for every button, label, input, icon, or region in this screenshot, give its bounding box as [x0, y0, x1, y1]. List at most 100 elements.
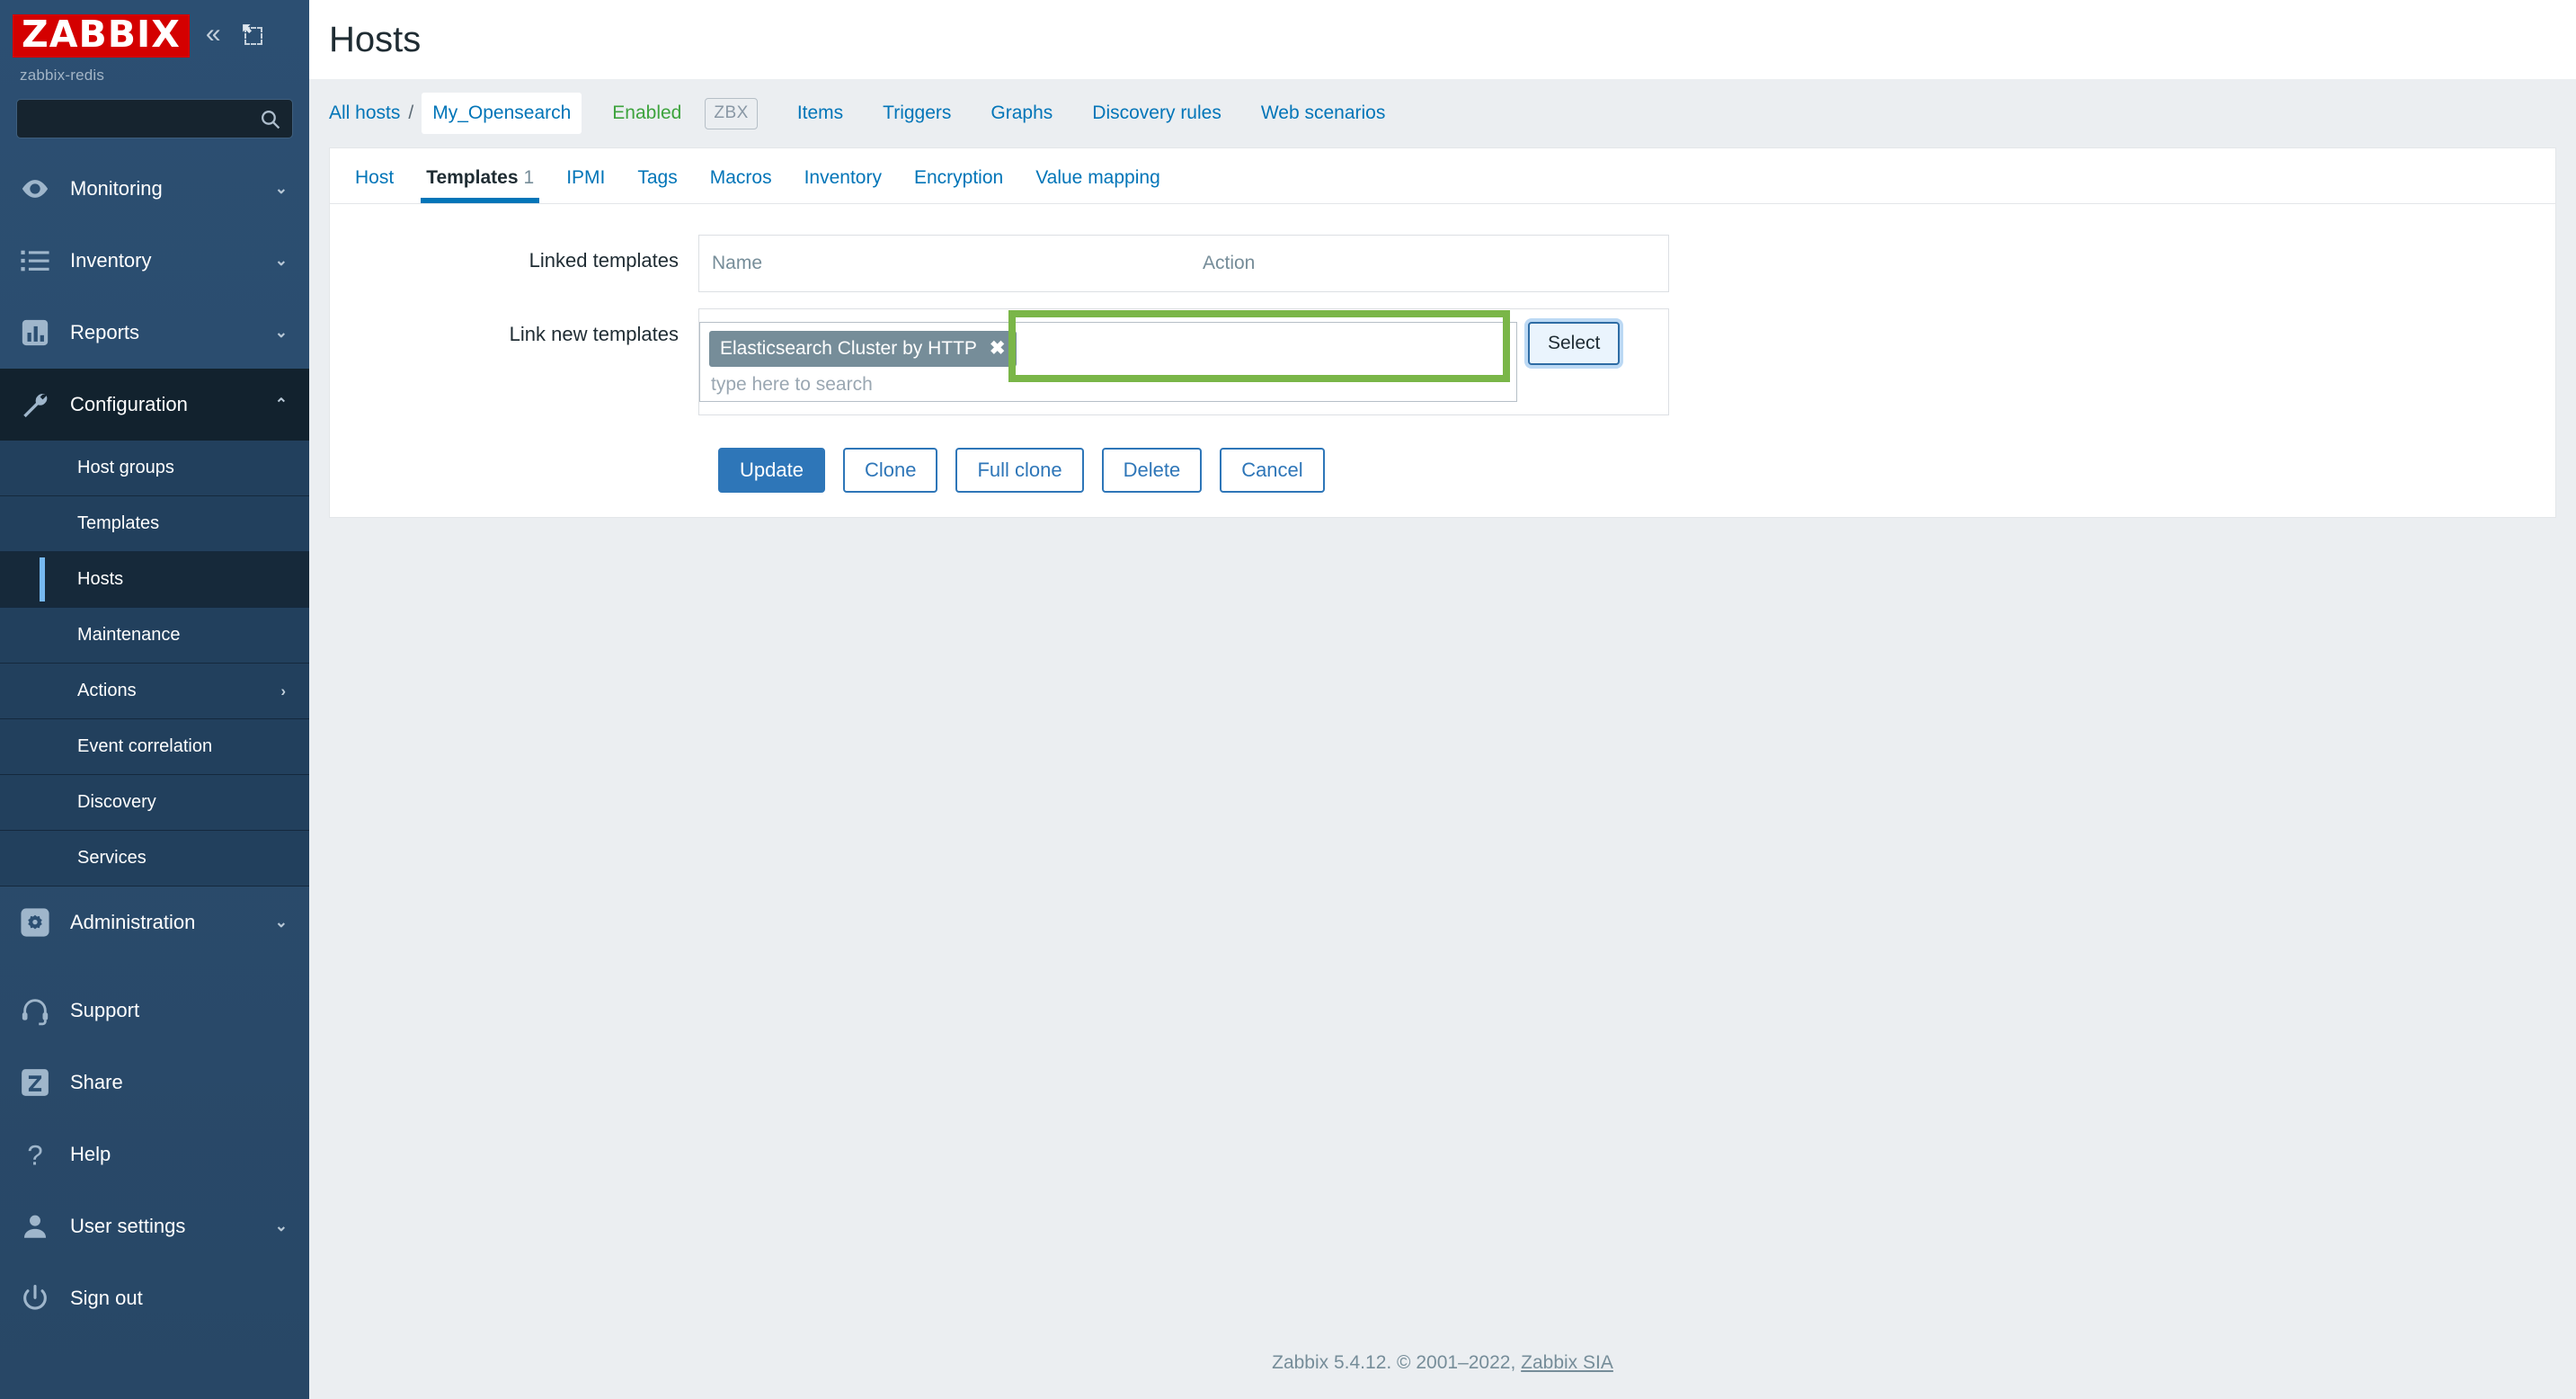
tab-label: Macros: [709, 167, 772, 188]
sidebar-item-administration[interactable]: Administration ⌄: [0, 887, 309, 958]
tab-bar: Host Templates 1 IPMI Tags Macros Invento…: [330, 148, 2555, 204]
column-header-action: Action: [1203, 253, 1256, 273]
sidebar-sublabel: Hosts: [77, 569, 124, 589]
tab-inventory[interactable]: Inventory: [788, 167, 898, 203]
sidebar-submenu-configuration: Host groups Templates Hosts Maintenance …: [0, 441, 309, 887]
sidebar-sublabel: Host groups: [77, 458, 174, 477]
linked-templates-label: Linked templates: [529, 249, 679, 272]
sidebar-item-discovery[interactable]: Discovery: [0, 775, 309, 831]
tab-host[interactable]: Host: [339, 167, 410, 203]
linked-templates-row: Linked templates Name Action: [330, 235, 2555, 292]
breadcrumb-host-name[interactable]: My_Opensearch: [422, 93, 582, 134]
sidebar-label: Monitoring: [70, 177, 163, 200]
sidebar-item-help[interactable]: ? Help: [0, 1118, 309, 1190]
breadcrumb-link-graphs[interactable]: Graphs: [971, 102, 1072, 124]
user-icon: [20, 1211, 50, 1242]
link-new-templates-label: Link new templates: [509, 323, 679, 345]
form-actions: Update Clone Full clone Delete Cancel: [330, 432, 2555, 493]
sidebar-item-monitoring[interactable]: Monitoring ⌄: [0, 153, 309, 225]
sidebar-label: Administration: [70, 911, 196, 933]
chevron-down-icon: ⌄: [274, 324, 288, 341]
templates-form: Linked templates Name Action Link new te…: [330, 204, 2555, 493]
remove-chip-icon[interactable]: ✖: [990, 337, 1006, 360]
tab-label: Templates: [426, 167, 519, 188]
sidebar-sublabel: Maintenance: [77, 625, 181, 645]
sidebar-item-maintenance[interactable]: Maintenance: [0, 608, 309, 664]
tab-label: Tags: [637, 167, 678, 188]
sidebar-item-event-correlation[interactable]: Event correlation: [0, 719, 309, 775]
breadcrumb-link-items[interactable]: Items: [777, 102, 863, 124]
linked-templates-control: Name Action: [698, 235, 1669, 292]
footer: Zabbix 5.4.12. © 2001–2022, Zabbix SIA: [309, 1352, 2576, 1374]
sidebar-item-support[interactable]: Support: [0, 975, 309, 1047]
breadcrumb-link-web-scenarios[interactable]: Web scenarios: [1241, 102, 1406, 124]
global-search[interactable]: [16, 99, 293, 138]
svg-text:?: ?: [27, 1139, 42, 1170]
sidebar-item-inventory[interactable]: Inventory ⌄: [0, 225, 309, 297]
power-icon: [20, 1283, 50, 1314]
cancel-button[interactable]: Cancel: [1220, 448, 1325, 493]
sidebar-item-user-settings[interactable]: User settings ⌄: [0, 1190, 309, 1262]
tab-value-mapping[interactable]: Value mapping: [1019, 167, 1177, 203]
app-root: ZABBIX « zabbix-redis Monitoring ⌄ Inven…: [0, 0, 2576, 1399]
sidebar-nav: Monitoring ⌄ Inventory ⌄ Reports ⌄ Confi…: [0, 153, 309, 1334]
tab-ipmi[interactable]: IPMI: [550, 167, 621, 203]
server-name: zabbix-redis: [20, 67, 105, 84]
sidebar-label: Help: [70, 1143, 111, 1165]
sidebar-item-services[interactable]: Services: [0, 831, 309, 887]
eye-icon: [20, 174, 50, 204]
sidebar-sublabel: Actions: [77, 681, 137, 700]
full-clone-button[interactable]: Full clone: [955, 448, 1084, 493]
template-search-input[interactable]: [709, 367, 1507, 401]
breadcrumb-link-triggers[interactable]: Triggers: [863, 102, 971, 124]
sidebar-item-sign-out[interactable]: Sign out: [0, 1262, 309, 1334]
chevron-down-icon: ⌄: [274, 913, 288, 931]
sidebar-lower-nav: Support Share ? Help User settings ⌄ Sig…: [0, 975, 309, 1334]
zbx-availability-badge: ZBX: [705, 97, 758, 129]
sidebar-item-actions[interactable]: Actions ›: [0, 664, 309, 719]
chevron-right-icon: ›: [280, 682, 286, 700]
tab-encryption[interactable]: Encryption: [898, 167, 1019, 203]
clone-button[interactable]: Clone: [842, 448, 938, 493]
sidebar-label: Configuration: [70, 393, 188, 415]
breadcrumb-all-hosts[interactable]: All hosts: [329, 102, 400, 124]
sidebar-item-templates[interactable]: Templates: [0, 496, 309, 552]
chevron-down-icon: ⌄: [274, 180, 288, 197]
sidebar-header: ZABBIX «: [0, 0, 309, 58]
zabbix-logo[interactable]: ZABBIX: [13, 14, 190, 58]
sidebar-sublabel: Services: [77, 848, 147, 868]
sidebar-item-host-groups[interactable]: Host groups: [0, 441, 309, 496]
sidebar-item-configuration[interactable]: Configuration ⌃: [0, 369, 309, 441]
search-icon: [262, 111, 280, 129]
sidebar-item-hosts[interactable]: Hosts: [0, 552, 309, 608]
list-icon: [20, 245, 50, 276]
collapse-sidebar-icon[interactable]: [241, 22, 264, 46]
sidebar-label: Reports: [70, 321, 140, 343]
select-button[interactable]: Select: [1528, 322, 1621, 365]
sidebar-sublabel: Event correlation: [77, 736, 213, 756]
footer-link-zabbix-sia[interactable]: Zabbix SIA: [1521, 1352, 1613, 1373]
selected-template-chip[interactable]: Elasticsearch Cluster by HTTP ✖: [709, 331, 1017, 367]
host-status-enabled[interactable]: Enabled: [612, 102, 681, 124]
sidebar-sublabel: Discovery: [77, 792, 156, 812]
delete-button[interactable]: Delete: [1101, 448, 1203, 493]
chevron-double-left-icon[interactable]: «: [206, 21, 221, 48]
sidebar-label: Sign out: [70, 1287, 143, 1309]
sidebar-item-reports[interactable]: Reports ⌄: [0, 297, 309, 369]
search-input[interactable]: [17, 100, 292, 138]
chevron-down-icon: ⌄: [274, 1217, 288, 1234]
sidebar-label: Support: [70, 999, 140, 1021]
breadcrumb-separator: /: [408, 102, 414, 123]
sidebar-sublabel: Templates: [77, 513, 160, 533]
update-button[interactable]: Update: [718, 448, 825, 493]
link-new-templates-control: Elasticsearch Cluster by HTTP ✖ Select: [698, 308, 1669, 415]
breadcrumb-link-discovery-rules[interactable]: Discovery rules: [1072, 102, 1241, 124]
sidebar-item-share[interactable]: Share: [0, 1047, 309, 1118]
sidebar-label: Inventory: [70, 249, 152, 272]
tab-label: Inventory: [804, 167, 882, 188]
tab-tags[interactable]: Tags: [621, 167, 693, 203]
gear-icon: [20, 907, 50, 938]
template-multiselect[interactable]: Elasticsearch Cluster by HTTP ✖: [699, 322, 1517, 402]
tab-macros[interactable]: Macros: [694, 167, 788, 203]
tab-templates[interactable]: Templates 1: [410, 167, 550, 203]
